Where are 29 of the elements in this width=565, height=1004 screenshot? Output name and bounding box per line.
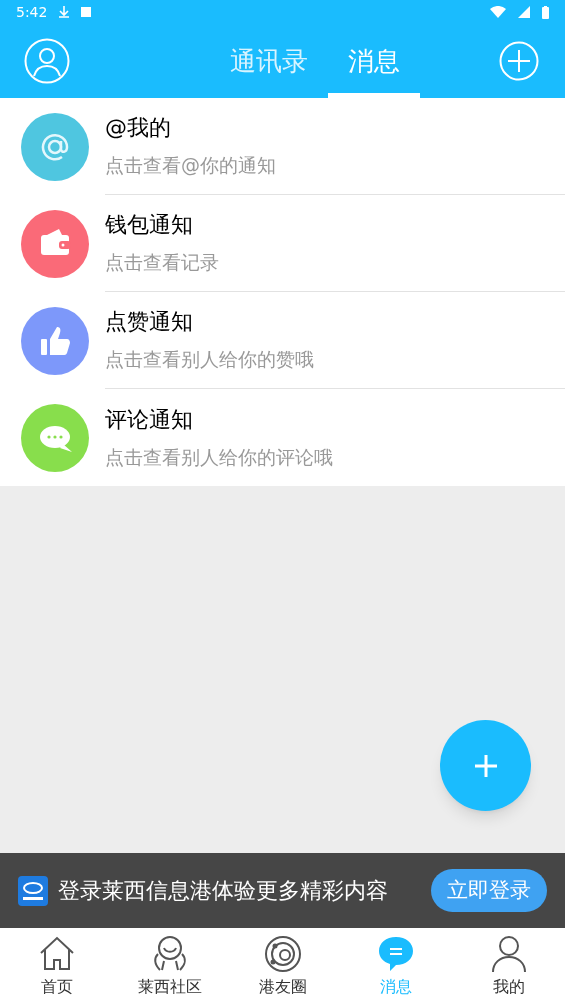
message-subtitle: 点击查看别人给你的评论哦	[105, 444, 334, 470]
message-row[interactable]: @我的 点击查看@你的通知	[0, 98, 565, 195]
signal-icon	[518, 6, 530, 18]
message-title: 钱包通知	[105, 211, 194, 239]
download-icon	[59, 6, 70, 18]
wifi-icon	[490, 6, 506, 18]
message-subtitle: 点击查看记录	[105, 250, 220, 275]
login-prompt: 登录莱西信息港体验更多精彩内容	[58, 877, 389, 905]
app-logo-icon	[18, 875, 48, 906]
add-button[interactable]	[499, 41, 539, 81]
plus-icon	[499, 41, 539, 81]
message-subtitle: 点击查看@你的通知	[105, 153, 277, 178]
battery-icon	[542, 5, 549, 19]
nav-tab[interactable]: 港友圈	[226, 928, 339, 1004]
message-subtitle: 点击查看别人给你的赞哦	[105, 347, 315, 372]
message-title: 评论通知	[105, 405, 194, 434]
avatar-icon	[24, 38, 70, 84]
nav-tab[interactable]: 莱西社区	[113, 928, 226, 1004]
orbit-icon	[262, 933, 303, 974]
nav-tab[interactable]: 我的	[452, 928, 565, 1004]
message-row[interactable]: 评论通知 点击查看别人给你的评论哦	[0, 389, 565, 486]
profile-button[interactable]	[24, 38, 70, 84]
message-title: 点赞通知	[105, 308, 194, 336]
plus-icon	[473, 753, 498, 778]
nav-tab[interactable]: 首页	[0, 928, 113, 1004]
message-row[interactable]: 钱包通知 点击查看记录	[0, 195, 565, 292]
status-time: 5:42	[16, 2, 48, 22]
message-title: @我的	[105, 114, 172, 142]
message-row[interactable]: 点赞通知 点击查看别人给你的赞哦	[0, 292, 565, 389]
